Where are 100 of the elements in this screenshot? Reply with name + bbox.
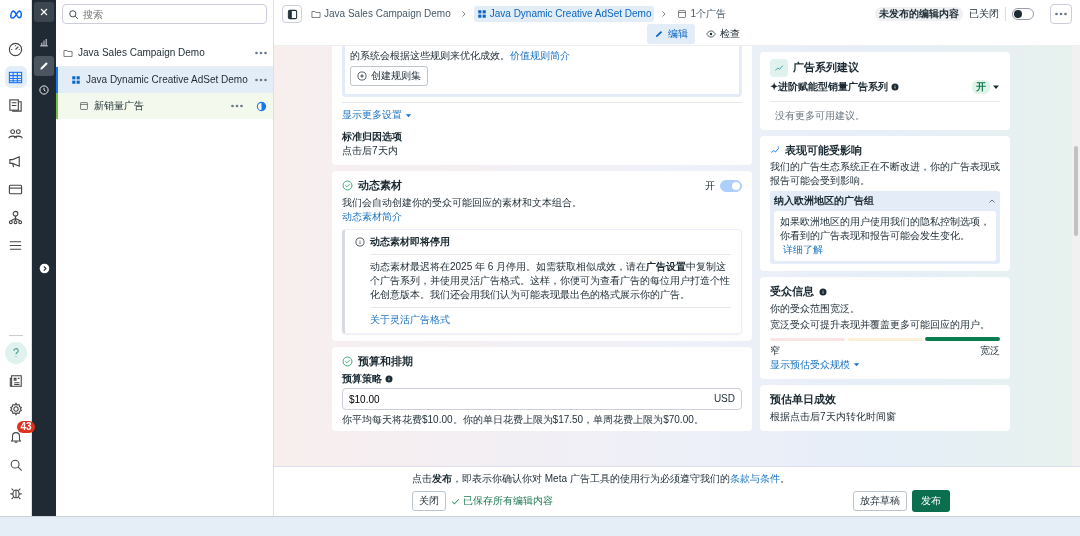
page-icon bbox=[677, 9, 688, 19]
create-rule-set-button[interactable]: 创建规则集 bbox=[350, 66, 428, 86]
pencil-icon bbox=[38, 60, 50, 72]
show-more-link[interactable]: 显示更多设置 bbox=[342, 108, 412, 122]
field-label: 预算策略 bbox=[342, 371, 382, 386]
info-icon bbox=[819, 287, 827, 296]
info-icon bbox=[355, 236, 365, 247]
chevron-right-icon bbox=[38, 262, 50, 274]
publish-button[interactable]: 发布 bbox=[912, 490, 950, 512]
toggle-label: 开 bbox=[705, 178, 715, 193]
check-icon bbox=[451, 496, 460, 506]
meter-label: 宽泛 bbox=[980, 343, 1000, 358]
rule-link[interactable]: 价值规则简介 bbox=[510, 50, 570, 61]
breadcrumb-link[interactable]: Java Sales Campaign Demo bbox=[308, 6, 454, 22]
chevron-right-icon bbox=[459, 10, 468, 18]
half-circle-icon bbox=[256, 100, 267, 112]
section-title: 广告系列建议 bbox=[793, 60, 859, 76]
more-button[interactable] bbox=[255, 78, 267, 82]
section-title: 预估单日成效 bbox=[770, 391, 837, 407]
trend-icon bbox=[774, 63, 784, 73]
more-icon bbox=[255, 78, 267, 82]
saved-status: 已保存所有编辑内容 bbox=[451, 494, 553, 508]
more-icon bbox=[231, 104, 243, 108]
section-description: 根据点击后7天内转化时间窗 bbox=[770, 409, 897, 424]
terms-link[interactable]: 条款与条件 bbox=[729, 473, 780, 484]
tree-item-label: 新销量广告 bbox=[94, 99, 144, 113]
more-button[interactable] bbox=[1050, 4, 1072, 24]
nav-rail-button[interactable] bbox=[4, 66, 27, 88]
section-title: 表现可能受影响 bbox=[785, 142, 862, 158]
tree-item-label: Java Sales Campaign Demo bbox=[78, 46, 205, 60]
field-label: 标准归因选项 bbox=[342, 130, 403, 144]
meter-label: 窄 bbox=[770, 343, 780, 358]
clock-icon bbox=[38, 84, 50, 96]
discard-draft-button[interactable]: 放弃草稿 bbox=[853, 491, 907, 511]
bug-icon bbox=[8, 486, 23, 500]
table-icon bbox=[8, 69, 23, 85]
scrollbar[interactable] bbox=[1072, 46, 1080, 466]
notice-link[interactable]: 关于灵活广告格式 bbox=[370, 313, 450, 325]
budget-note: 你平均每天将花费$10.00。你的单日花费上限为$17.50，单周花费上限为$70.00。 bbox=[342, 412, 705, 427]
grid-icon bbox=[71, 75, 81, 85]
info-icon bbox=[890, 82, 899, 91]
field-value: 点击后7天内 bbox=[342, 144, 399, 158]
folder-icon bbox=[63, 48, 73, 58]
panel-toggle-button[interactable] bbox=[282, 5, 302, 23]
network-icon bbox=[8, 209, 23, 225]
terms-notice: 点击发布，即表示你确认你对 Meta 广告工具的使用行为必须遵守我们的条款与条件。 bbox=[412, 472, 791, 486]
learn-more-link[interactable]: 动态素材简介 bbox=[342, 209, 402, 224]
section-description: 宽泛受众可提升表现并覆盖更多可能回应的用户。 bbox=[770, 318, 991, 333]
accordion-header[interactable]: 纳入欧洲地区的广告组 bbox=[774, 193, 996, 208]
toggle-label: 已关闭 bbox=[969, 7, 999, 21]
more-icon bbox=[255, 51, 267, 55]
notice-title: 动态素材即将停用 bbox=[370, 234, 450, 249]
sparkle-chart-icon bbox=[770, 145, 780, 156]
suggestion-item: ✦进阶赋能型销量广告系列 bbox=[770, 79, 888, 94]
section-description: 我们会自动创建你的受众可能回应的素材和文本组合。 bbox=[342, 195, 583, 210]
accordion-title: 纳入欧洲地区的广告组 bbox=[774, 193, 874, 208]
sidebar-icon bbox=[286, 8, 298, 20]
rule-description: 的系统会根据这些规则来优化成效。价值规则简介 bbox=[350, 49, 571, 63]
accordion-text: 如果欧洲地区的用户使用我们的隐私控制选项，你看到的广告表现和报告可能会发生变化。 详细了解 bbox=[774, 210, 996, 261]
tree-item-label: Java Dynamic Creative AdSet Demo bbox=[86, 73, 248, 87]
plus-circle-icon bbox=[357, 71, 367, 81]
more-icon bbox=[1055, 12, 1067, 16]
caret-down-icon bbox=[852, 361, 860, 369]
section-title: 预算和排期 bbox=[358, 353, 413, 369]
bell-icon bbox=[8, 430, 23, 444]
caret-down-icon bbox=[404, 111, 412, 119]
bar-chart-icon bbox=[38, 36, 50, 48]
learn-more-link[interactable]: 详细了解 bbox=[782, 243, 823, 255]
status-badge: 开 bbox=[971, 79, 990, 94]
search-field[interactable]: 搜索 bbox=[62, 4, 267, 24]
status-badge: 未发布的编辑内容 bbox=[875, 7, 963, 21]
show-audience-size-link[interactable]: 显示预估受众规模 bbox=[770, 357, 860, 372]
more-button[interactable] bbox=[231, 104, 243, 108]
tree-item[interactable]: Java Dynamic Creative AdSet Demo bbox=[56, 67, 273, 93]
notification-count: 43 bbox=[17, 421, 35, 433]
folder-icon bbox=[311, 9, 321, 19]
megaphone-icon bbox=[8, 153, 23, 169]
gauge-icon bbox=[8, 41, 23, 57]
page-icon bbox=[79, 101, 89, 111]
section-title: 动态素材 bbox=[358, 178, 402, 193]
section-description: 你的受众范围宽泛。 bbox=[770, 301, 861, 316]
tree-item[interactable]: Java Sales Campaign Demo bbox=[56, 40, 273, 66]
breadcrumb-link[interactable]: Java Dynamic Creative AdSet Demo bbox=[473, 6, 655, 22]
mode-tab[interactable]: 检查 bbox=[699, 24, 747, 44]
notice-text: 动态素材最迟将在2025 年 6 月停用。如需获取相似成效，请在广告设置中复制这个广告系列，并使用灵活广告格式。这样，你便可为查看广告的每位用户打造个性化创意版本。我们还会用我们认为可能表现最出色的格式展示你的广告。 bbox=[370, 259, 731, 302]
tree-item[interactable]: 新销量广告 bbox=[56, 93, 273, 119]
settings-icon bbox=[8, 402, 23, 416]
tool-button[interactable] bbox=[34, 56, 54, 76]
breadcrumb-link[interactable]: 1个广告 bbox=[674, 6, 730, 22]
close-button[interactable]: 关闭 bbox=[412, 491, 446, 511]
tool-button[interactable] bbox=[34, 2, 54, 22]
more-button[interactable] bbox=[255, 51, 267, 55]
mode-tab[interactable]: 编辑 bbox=[647, 24, 695, 44]
currency-label: USD bbox=[713, 392, 735, 407]
news-icon bbox=[8, 374, 23, 388]
grid-icon bbox=[476, 9, 487, 19]
section-description: 我们的广告生态系统正在不断改进，你的广告表现或报告可能会受到影响。 bbox=[770, 160, 1000, 189]
pencil-icon bbox=[654, 29, 664, 39]
empty-message: 没有更多可用建议。 bbox=[774, 108, 866, 123]
info-icon bbox=[384, 374, 393, 383]
